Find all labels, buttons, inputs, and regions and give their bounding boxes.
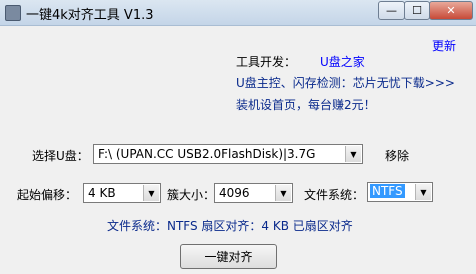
align-button[interactable]: 一键对齐 (180, 244, 277, 269)
app-icon (5, 5, 21, 21)
minimize-button[interactable]: — (378, 1, 405, 20)
title-bar: 一键4k对齐工具 V1.3 — ☐ ✕ (0, 0, 476, 26)
download-link[interactable]: U盘主控、闪存检测：芯片无忧下载>>> (236, 74, 455, 91)
maximize-button[interactable]: ☐ (404, 1, 430, 20)
window-title: 一键4k对齐工具 V1.3 (26, 8, 154, 23)
chevron-down-icon: ▼ (345, 146, 361, 162)
minimize-icon: — (386, 4, 397, 17)
drive-select-value: F:\ (UPAN.CC USB2.0FlashDisk)|3.7G (98, 147, 316, 161)
maximize-icon: ☐ (412, 4, 422, 17)
offset-select[interactable]: 4 KB ▼ (83, 183, 161, 203)
developer-link[interactable]: U盘之家 (320, 53, 365, 70)
update-link[interactable]: 更新 (432, 37, 456, 54)
remove-link[interactable]: 移除 (385, 147, 409, 164)
fs-select-value: NTFS (370, 184, 405, 198)
close-icon: ✕ (446, 4, 456, 17)
offset-select-value: 4 KB (88, 186, 116, 200)
offset-label: 起始偏移： (17, 188, 78, 202)
cluster-select[interactable]: 4096 ▼ (214, 183, 293, 203)
promo-link[interactable]: 装机设首页，每台赚2元！ (236, 96, 376, 113)
fs-select[interactable]: NTFS ▼ (367, 182, 433, 202)
align-button-label: 一键对齐 (204, 250, 253, 264)
drive-label: 选择U盘： (32, 149, 89, 163)
status-text: 文件系统：NTFS 扇区对齐：4 KB 已扇区对齐 (107, 219, 353, 233)
fs-label: 文件系统： (304, 188, 365, 202)
chevron-down-icon: ▼ (275, 185, 291, 201)
cluster-select-value: 4096 (219, 186, 250, 200)
developer-label: 工具开发： (236, 55, 297, 69)
close-button[interactable]: ✕ (429, 1, 473, 20)
app-window: 一键4k对齐工具 V1.3 — ☐ ✕ 更新 工具开发： U盘之家 U盘主控、闪… (0, 0, 476, 274)
chevron-down-icon: ▼ (415, 184, 431, 200)
chevron-down-icon: ▼ (143, 185, 159, 201)
cluster-label: 簇大小： (167, 188, 216, 202)
drive-select[interactable]: F:\ (UPAN.CC USB2.0FlashDisk)|3.7G ▼ (93, 144, 363, 164)
